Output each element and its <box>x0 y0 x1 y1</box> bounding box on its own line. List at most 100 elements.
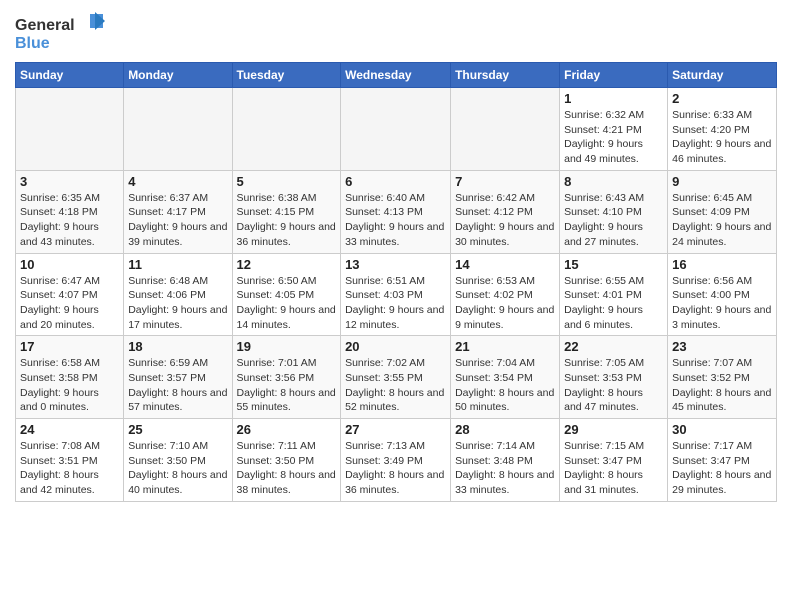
day-number: 21 <box>455 339 555 354</box>
calendar-cell: 6 Sunrise: 6:40 AMSunset: 4:13 PMDaylight… <box>341 170 451 253</box>
calendar-cell: 8 Sunrise: 6:43 AMSunset: 4:10 PMDaylight… <box>560 170 668 253</box>
weekday-header-friday: Friday <box>560 63 668 88</box>
day-number: 11 <box>128 257 227 272</box>
logo-svg: GeneralBlue <box>15 10 105 54</box>
day-info: Sunrise: 6:53 AMSunset: 4:02 PMDaylight:… <box>455 274 555 333</box>
svg-text:General: General <box>15 17 75 34</box>
day-number: 30 <box>672 422 772 437</box>
calendar-cell <box>341 88 451 171</box>
day-number: 23 <box>672 339 772 354</box>
day-number: 15 <box>564 257 663 272</box>
calendar-cell: 5 Sunrise: 6:38 AMSunset: 4:15 PMDaylight… <box>232 170 341 253</box>
day-info: Sunrise: 7:15 AMSunset: 3:47 PMDaylight:… <box>564 439 663 498</box>
calendar-week-3: 10 Sunrise: 6:47 AMSunset: 4:07 PMDayligh… <box>16 253 777 336</box>
day-number: 28 <box>455 422 555 437</box>
day-info: Sunrise: 6:51 AMSunset: 4:03 PMDaylight:… <box>345 274 446 333</box>
day-number: 5 <box>237 174 337 189</box>
day-info: Sunrise: 7:04 AMSunset: 3:54 PMDaylight:… <box>455 356 555 415</box>
calendar-week-2: 3 Sunrise: 6:35 AMSunset: 4:18 PMDaylight… <box>16 170 777 253</box>
day-info: Sunrise: 6:56 AMSunset: 4:00 PMDaylight:… <box>672 274 772 333</box>
day-number: 3 <box>20 174 119 189</box>
day-number: 18 <box>128 339 227 354</box>
day-info: Sunrise: 7:13 AMSunset: 3:49 PMDaylight:… <box>345 439 446 498</box>
day-info: Sunrise: 6:32 AMSunset: 4:21 PMDaylight:… <box>564 108 663 167</box>
svg-text:Blue: Blue <box>15 35 50 52</box>
weekday-header-row: SundayMondayTuesdayWednesdayThursdayFrid… <box>16 63 777 88</box>
calendar-cell: 17Sunrise: 6:58 AMSunset: 3:58 PMDayligh… <box>16 336 124 419</box>
day-info: Sunrise: 6:42 AMSunset: 4:12 PMDaylight:… <box>455 191 555 250</box>
calendar-week-5: 24Sunrise: 7:08 AMSunset: 3:51 PMDayligh… <box>16 419 777 502</box>
day-info: Sunrise: 6:50 AMSunset: 4:05 PMDaylight:… <box>237 274 337 333</box>
day-info: Sunrise: 6:37 AMSunset: 4:17 PMDaylight:… <box>128 191 227 250</box>
calendar-cell: 7 Sunrise: 6:42 AMSunset: 4:12 PMDaylight… <box>451 170 560 253</box>
day-number: 16 <box>672 257 772 272</box>
day-number: 6 <box>345 174 446 189</box>
calendar-cell: 29Sunrise: 7:15 AMSunset: 3:47 PMDayligh… <box>560 419 668 502</box>
day-number: 24 <box>20 422 119 437</box>
calendar-cell: 10 Sunrise: 6:47 AMSunset: 4:07 PMDayligh… <box>16 253 124 336</box>
weekday-header-tuesday: Tuesday <box>232 63 341 88</box>
day-number: 9 <box>672 174 772 189</box>
day-number: 7 <box>455 174 555 189</box>
calendar-cell: 4Sunrise: 6:37 AMSunset: 4:17 PMDaylight… <box>124 170 232 253</box>
calendar-cell: 3 Sunrise: 6:35 AMSunset: 4:18 PMDaylight… <box>16 170 124 253</box>
calendar-cell: 25Sunrise: 7:10 AMSunset: 3:50 PMDayligh… <box>124 419 232 502</box>
calendar-cell: 21 Sunrise: 7:04 AMSunset: 3:54 PMDayligh… <box>451 336 560 419</box>
calendar-week-4: 17Sunrise: 6:58 AMSunset: 3:58 PMDayligh… <box>16 336 777 419</box>
calendar-cell: 9Sunrise: 6:45 AMSunset: 4:09 PMDaylight… <box>668 170 777 253</box>
calendar-cell: 28 Sunrise: 7:14 AMSunset: 3:48 PMDayligh… <box>451 419 560 502</box>
day-info: Sunrise: 6:40 AMSunset: 4:13 PMDaylight:… <box>345 191 446 250</box>
day-info: Sunrise: 7:10 AMSunset: 3:50 PMDaylight:… <box>128 439 227 498</box>
calendar-week-1: 1 Sunrise: 6:32 AMSunset: 4:21 PMDaylight… <box>16 88 777 171</box>
day-info: Sunrise: 6:38 AMSunset: 4:15 PMDaylight:… <box>237 191 337 250</box>
calendar-cell: 24Sunrise: 7:08 AMSunset: 3:51 PMDayligh… <box>16 419 124 502</box>
day-info: Sunrise: 6:47 AMSunset: 4:07 PMDaylight:… <box>20 274 119 333</box>
day-info: Sunrise: 7:11 AMSunset: 3:50 PMDaylight:… <box>237 439 337 498</box>
day-info: Sunrise: 6:48 AMSunset: 4:06 PMDaylight:… <box>128 274 227 333</box>
calendar-cell: 11 Sunrise: 6:48 AMSunset: 4:06 PMDayligh… <box>124 253 232 336</box>
day-number: 10 <box>20 257 119 272</box>
day-info: Sunrise: 7:07 AMSunset: 3:52 PMDaylight:… <box>672 356 772 415</box>
day-info: Sunrise: 6:55 AMSunset: 4:01 PMDaylight:… <box>564 274 663 333</box>
calendar-cell: 12Sunrise: 6:50 AMSunset: 4:05 PMDayligh… <box>232 253 341 336</box>
day-number: 19 <box>237 339 337 354</box>
day-info: Sunrise: 6:59 AMSunset: 3:57 PMDaylight:… <box>128 356 227 415</box>
day-info: Sunrise: 6:35 AMSunset: 4:18 PMDaylight:… <box>20 191 119 250</box>
day-info: Sunrise: 6:43 AMSunset: 4:10 PMDaylight:… <box>564 191 663 250</box>
app-container: GeneralBlue SundayMondayTuesdayWednesday… <box>0 0 792 612</box>
calendar-cell <box>232 88 341 171</box>
calendar-cell: 23 Sunrise: 7:07 AMSunset: 3:52 PMDayligh… <box>668 336 777 419</box>
calendar-cell: 18 Sunrise: 6:59 AMSunset: 3:57 PMDayligh… <box>124 336 232 419</box>
calendar-cell <box>124 88 232 171</box>
day-number: 1 <box>564 91 663 106</box>
calendar-cell: 14 Sunrise: 6:53 AMSunset: 4:02 PMDayligh… <box>451 253 560 336</box>
day-number: 20 <box>345 339 446 354</box>
weekday-header-monday: Monday <box>124 63 232 88</box>
day-info: Sunrise: 7:01 AMSunset: 3:56 PMDaylight:… <box>237 356 337 415</box>
calendar-cell: 19 Sunrise: 7:01 AMSunset: 3:56 PMDayligh… <box>232 336 341 419</box>
calendar-cell: 26Sunrise: 7:11 AMSunset: 3:50 PMDayligh… <box>232 419 341 502</box>
calendar-cell: 30 Sunrise: 7:17 AMSunset: 3:47 PMDayligh… <box>668 419 777 502</box>
weekday-header-sunday: Sunday <box>16 63 124 88</box>
calendar-cell <box>451 88 560 171</box>
weekday-header-saturday: Saturday <box>668 63 777 88</box>
weekday-header-wednesday: Wednesday <box>341 63 451 88</box>
day-info: Sunrise: 7:17 AMSunset: 3:47 PMDaylight:… <box>672 439 772 498</box>
day-info: Sunrise: 6:58 AMSunset: 3:58 PMDaylight:… <box>20 356 119 415</box>
calendar-cell: 1 Sunrise: 6:32 AMSunset: 4:21 PMDaylight… <box>560 88 668 171</box>
calendar-cell: 13Sunrise: 6:51 AMSunset: 4:03 PMDayligh… <box>341 253 451 336</box>
calendar-table: SundayMondayTuesdayWednesdayThursdayFrid… <box>15 62 777 502</box>
weekday-header-thursday: Thursday <box>451 63 560 88</box>
day-info: Sunrise: 7:05 AMSunset: 3:53 PMDaylight:… <box>564 356 663 415</box>
calendar-cell <box>16 88 124 171</box>
day-number: 14 <box>455 257 555 272</box>
header: GeneralBlue <box>15 10 777 54</box>
calendar-cell: 20Sunrise: 7:02 AMSunset: 3:55 PMDayligh… <box>341 336 451 419</box>
day-info: Sunrise: 6:33 AMSunset: 4:20 PMDaylight:… <box>672 108 772 167</box>
day-number: 8 <box>564 174 663 189</box>
calendar-cell: 15 Sunrise: 6:55 AMSunset: 4:01 PMDayligh… <box>560 253 668 336</box>
calendar-cell: 16 Sunrise: 6:56 AMSunset: 4:00 PMDayligh… <box>668 253 777 336</box>
logo: GeneralBlue <box>15 10 105 54</box>
calendar-cell: 2Sunrise: 6:33 AMSunset: 4:20 PMDaylight… <box>668 88 777 171</box>
day-info: Sunrise: 7:14 AMSunset: 3:48 PMDaylight:… <box>455 439 555 498</box>
